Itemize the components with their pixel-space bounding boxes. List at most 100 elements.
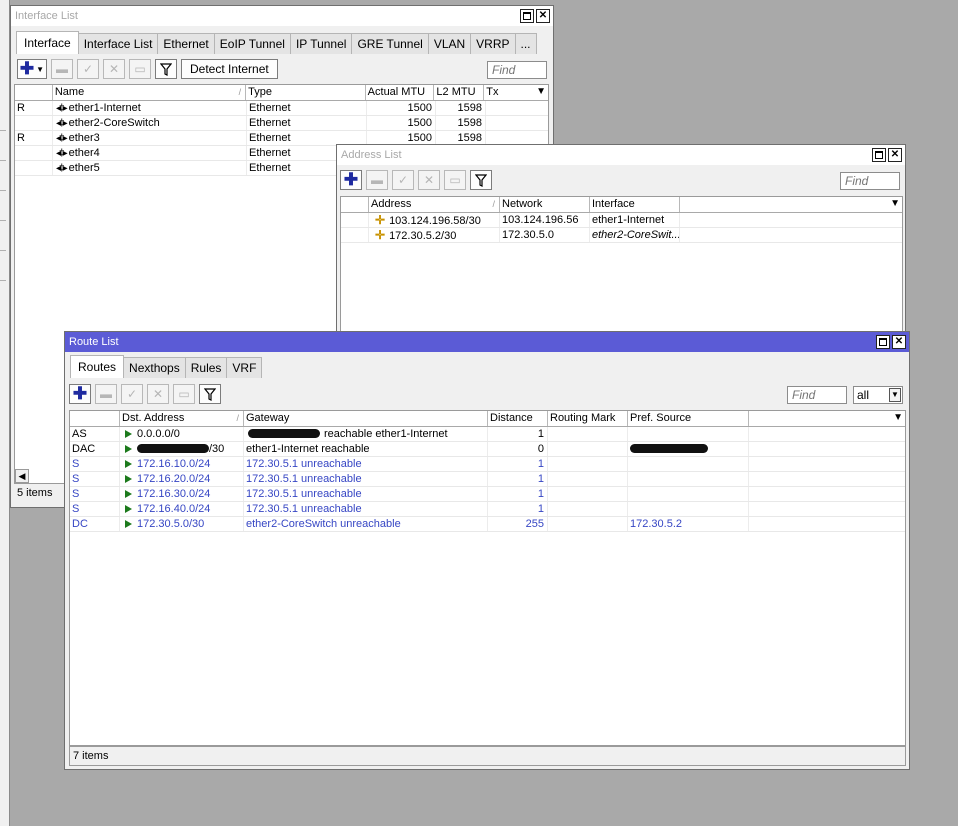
detect-internet-button[interactable]: Detect Internet (181, 59, 278, 79)
tab-more[interactable]: ... (514, 33, 537, 54)
tab-eoip-tunnel[interactable]: EoIP Tunnel (213, 33, 291, 54)
enable-icon[interactable]: ✓ (121, 384, 143, 404)
maximize-icon[interactable] (876, 335, 890, 349)
comment-icon[interactable]: ▭ (444, 170, 466, 190)
tab-ethernet[interactable]: Ethernet (157, 33, 215, 54)
route-flag-icon (125, 430, 132, 438)
interface-table-header: Name / Type Actual MTU L2 MTU Tx ▼ (15, 85, 548, 101)
table-row[interactable]: ✛ 172.30.5.2/30 172.30.5.0 ether2-CoreSwi… (341, 228, 902, 243)
tab-gre-tunnel[interactable]: GRE Tunnel (351, 33, 429, 54)
scroll-left-icon[interactable]: ◀ (15, 469, 29, 483)
tab-vrrp[interactable]: VRRP (470, 33, 516, 54)
route-list-window: Route List ✕ Routes Nexthops Rules VRF ✚… (64, 331, 910, 770)
interface-icon: ◂‡▸ (56, 118, 68, 129)
filter-icon[interactable] (470, 170, 492, 190)
maximize-icon[interactable] (872, 148, 886, 162)
window-title: Address List (341, 149, 402, 161)
route-flag-icon (125, 460, 132, 468)
enable-icon[interactable]: ✓ (392, 170, 414, 190)
close-icon[interactable]: ✕ (888, 148, 902, 162)
address-toolbar: ✚ ▬ ✓ ✕ ▭ (340, 170, 492, 190)
columns-dropdown-icon[interactable]: ▼ (890, 198, 900, 209)
remove-icon[interactable]: ▬ (95, 384, 117, 404)
window-title: Interface List (15, 10, 78, 22)
tab-vrf[interactable]: VRF (226, 357, 263, 378)
interface-list-titlebar[interactable]: Interface List ✕ (11, 6, 553, 26)
table-row[interactable]: DC 172.30.5.0/30 ether2-CoreSwitch unrea… (70, 517, 905, 532)
interface-icon: ◂‡▸ (56, 163, 68, 174)
columns-dropdown-icon[interactable]: ▼ (536, 86, 546, 97)
table-row[interactable]: S 172.16.20.0/24 172.30.5.1 unreachable … (70, 472, 905, 487)
close-icon[interactable]: ✕ (536, 9, 550, 23)
table-row[interactable]: ✛ 103.124.196.58/30 103.124.196.56 ether1… (341, 213, 902, 228)
add-icon[interactable]: ✚ ▼ (17, 59, 47, 79)
table-row[interactable]: S 172.16.40.0/24 172.30.5.1 unreachable … (70, 502, 905, 517)
redacted-dst (137, 444, 209, 453)
filter-icon[interactable] (199, 384, 221, 404)
route-table: Dst. Address / Gateway Distance Routing M… (69, 410, 906, 746)
column-pref-source[interactable]: Pref. Source (628, 411, 749, 426)
route-flag-icon (125, 475, 132, 483)
maximize-icon[interactable] (520, 9, 534, 23)
remove-icon[interactable]: ▬ (51, 59, 73, 79)
filter-icon[interactable] (155, 59, 177, 79)
disable-icon[interactable]: ✕ (147, 384, 169, 404)
table-row[interactable]: ◂‡▸ ether2-CoreSwitch Ethernet 1500 1598 (15, 116, 548, 131)
table-row[interactable]: S 172.16.30.0/24 172.30.5.1 unreachable … (70, 487, 905, 502)
column-address[interactable]: Address / (369, 197, 500, 212)
add-icon[interactable]: ✚ (340, 170, 362, 190)
interface-icon: ◂‡▸ (56, 148, 68, 159)
columns-dropdown-icon[interactable]: ▼ (893, 412, 903, 423)
tab-interface-list[interactable]: Interface List (77, 33, 159, 54)
address-find-input[interactable] (840, 172, 900, 190)
redacted-gateway (248, 429, 320, 438)
remove-icon[interactable]: ▬ (366, 170, 388, 190)
column-gateway[interactable]: Gateway (244, 411, 488, 426)
route-flag-icon (125, 505, 132, 513)
route-list-titlebar[interactable]: Route List ✕ (65, 332, 909, 352)
route-flag-icon (125, 520, 132, 528)
chevron-down-icon: ▼ (889, 388, 901, 402)
add-icon[interactable]: ✚ (69, 384, 91, 404)
column-distance[interactable]: Distance (488, 411, 548, 426)
column-interface[interactable]: Interface (590, 197, 680, 212)
tab-nexthops[interactable]: Nexthops (123, 357, 186, 378)
column-l2-mtu[interactable]: L2 MTU (434, 85, 485, 100)
column-dst-address[interactable]: Dst. Address / (120, 411, 244, 426)
interface-icon: ◂‡▸ (56, 103, 68, 114)
interface-tabs: Interface Interface List Ethernet EoIP T… (16, 31, 537, 54)
enable-icon[interactable]: ✓ (77, 59, 99, 79)
route-find-input[interactable] (787, 386, 847, 404)
tab-ip-tunnel[interactable]: IP Tunnel (289, 33, 353, 54)
column-actual-mtu[interactable]: Actual MTU (366, 85, 435, 100)
desktop-left-strip (0, 0, 10, 826)
route-flag-icon (125, 445, 132, 453)
close-icon[interactable]: ✕ (892, 335, 906, 349)
redacted-pref-source (630, 444, 708, 453)
address-icon: ✛ (375, 228, 386, 242)
disable-icon[interactable]: ✕ (103, 59, 125, 79)
column-type[interactable]: Type (246, 85, 366, 100)
column-name[interactable]: Name / (53, 85, 247, 100)
route-toolbar: ✚ ▬ ✓ ✕ ▭ (69, 384, 221, 404)
table-row[interactable]: DAC /30 ether1-Internet reachable 0 (70, 442, 905, 457)
address-list-titlebar[interactable]: Address List ✕ (337, 145, 905, 165)
address-table: Address / Network Interface ▼ ✛ 103.124.19… (340, 196, 903, 344)
tab-interface[interactable]: Interface (16, 31, 79, 54)
comment-icon[interactable]: ▭ (129, 59, 151, 79)
table-row[interactable]: R ◂‡▸ ether1-Internet Ethernet 1500 1598 (15, 101, 548, 116)
tab-vlan[interactable]: VLAN (427, 33, 472, 54)
interface-icon: ◂‡▸ (56, 133, 68, 144)
address-table-header: Address / Network Interface ▼ (341, 197, 902, 213)
table-row[interactable]: S 172.16.10.0/24 172.30.5.1 unreachable … (70, 457, 905, 472)
table-row[interactable]: AS 0.0.0.0/0 reachable ether1-Internet 1 (70, 427, 905, 442)
route-filter-select[interactable]: all ▼ (853, 386, 903, 404)
column-routing-mark[interactable]: Routing Mark (548, 411, 628, 426)
interface-find-input[interactable] (487, 61, 547, 79)
comment-icon[interactable]: ▭ (173, 384, 195, 404)
route-table-header: Dst. Address / Gateway Distance Routing M… (70, 411, 905, 427)
column-network[interactable]: Network (500, 197, 590, 212)
disable-icon[interactable]: ✕ (418, 170, 440, 190)
tab-routes[interactable]: Routes (70, 355, 125, 378)
tab-rules[interactable]: Rules (184, 357, 228, 378)
